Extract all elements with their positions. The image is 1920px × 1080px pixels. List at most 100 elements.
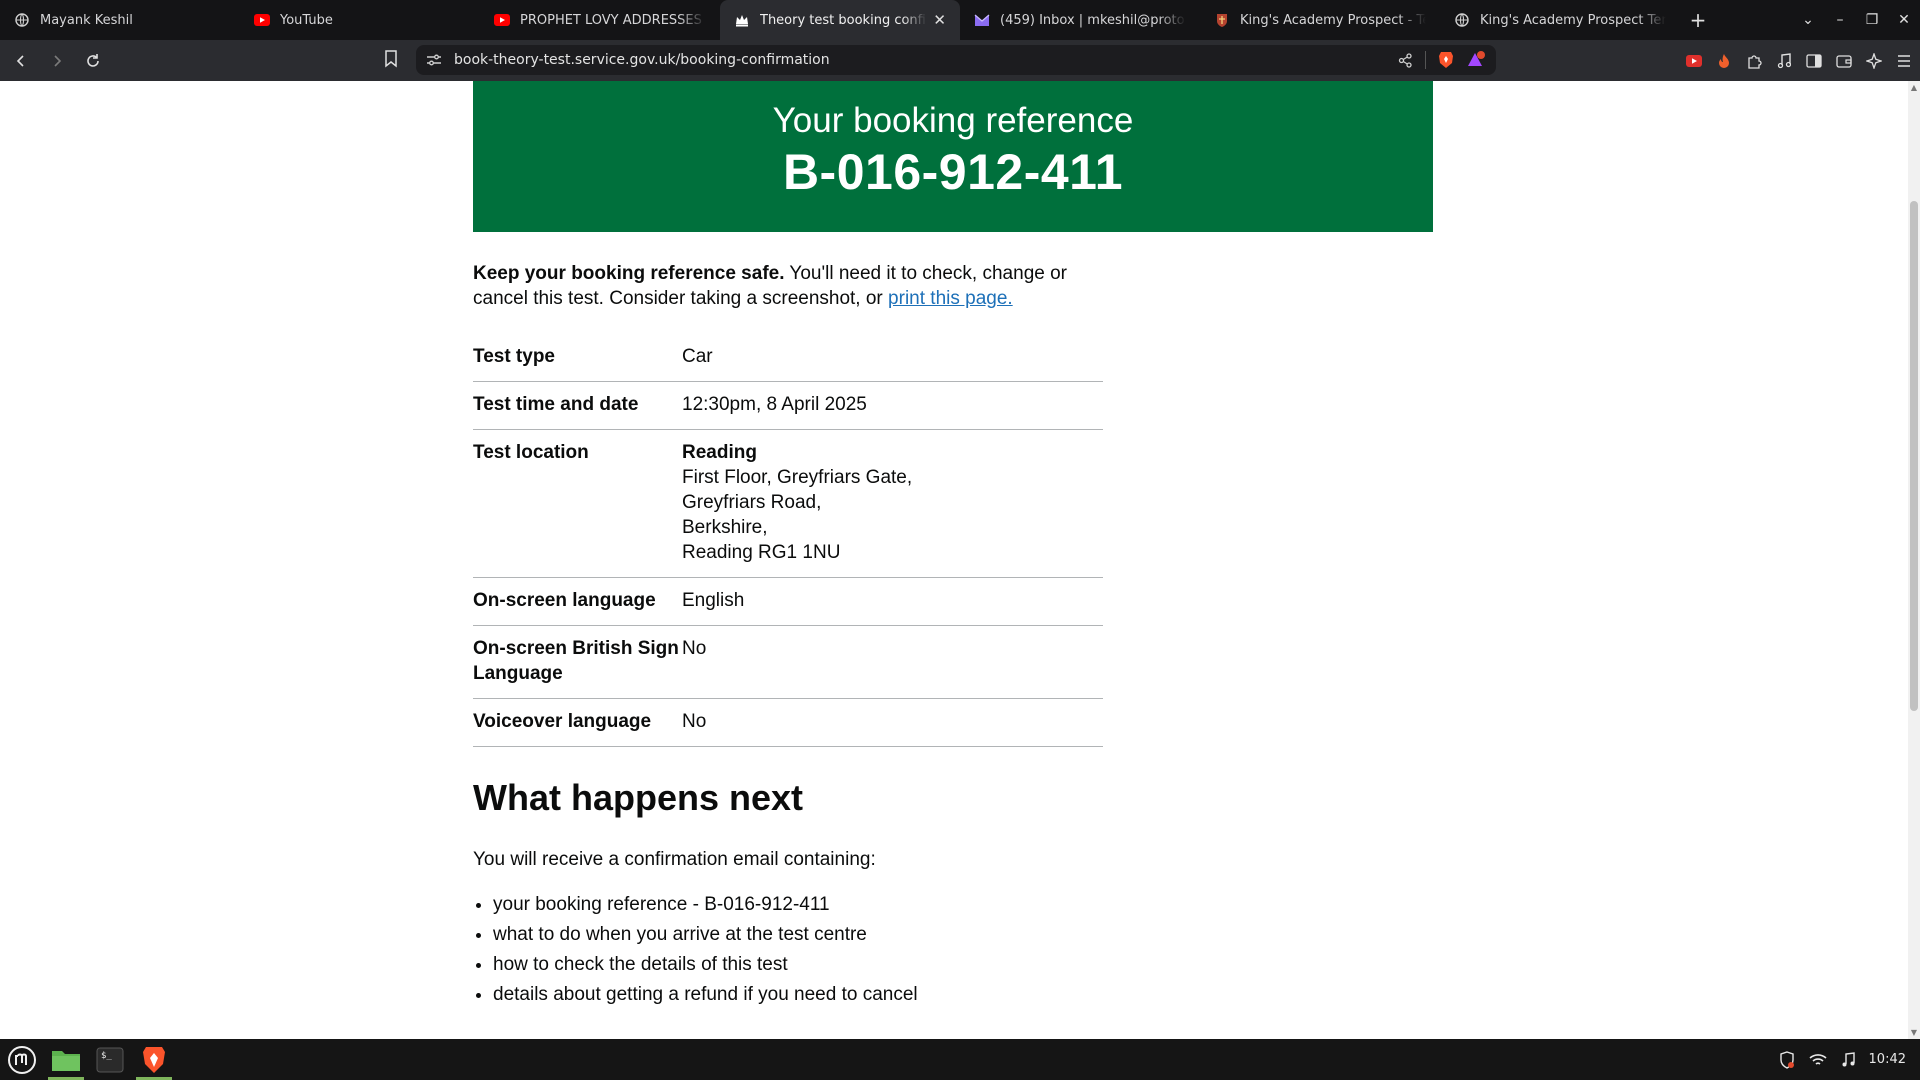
web-page: Your booking reference B-016-912-411 Kee… <box>0 81 1908 1039</box>
intro-paragraph: Keep your booking reference safe. You'll… <box>473 261 1103 311</box>
summary-key: Test location <box>473 442 589 463</box>
reload-icon <box>87 53 99 67</box>
summary-row-test-type: Test type Car <box>473 344 1103 382</box>
url-text: book-theory-test.service.gov.uk/booking-… <box>454 52 830 68</box>
tab-title: Mayank Keshil <box>40 12 133 28</box>
list-item: what to do when you arrive at the test c… <box>493 920 1103 950</box>
list-item: details about getting a refund if you ne… <box>493 980 1103 1010</box>
os-taskbar: $_ 10:42 <box>0 1039 1920 1080</box>
new-tab-button[interactable]: + <box>1680 0 1716 40</box>
youtube-icon <box>494 12 510 28</box>
shield-update-icon[interactable] <box>1779 1050 1795 1069</box>
minimize-icon[interactable]: – <box>1824 12 1856 28</box>
extensions-area <box>1684 40 1914 81</box>
bookmark-button[interactable] <box>384 50 398 72</box>
intro-bold: Keep your booking reference safe. <box>473 263 785 284</box>
summary-value: Car <box>682 346 713 367</box>
back-button[interactable] <box>6 46 36 76</box>
list-item: your booking reference - B-016-912-411 <box>493 890 1103 920</box>
close-window-icon[interactable]: ✕ <box>1888 12 1920 28</box>
tab-proton-inbox[interactable]: (459) Inbox | mkeshil@proton.me <box>960 0 1200 40</box>
reload-button[interactable] <box>78 46 108 76</box>
tab-kings-academy-2[interactable]: King's Academy Prospect Term D <box>1440 0 1680 40</box>
tab-search-chevron-icon[interactable]: ⌄ <box>1792 12 1824 28</box>
puzzle-icon[interactable] <box>1744 51 1764 71</box>
tab-mayank-keshil[interactable]: Mayank Keshil <box>0 0 240 40</box>
summary-key: Test type <box>473 346 556 367</box>
globe-icon <box>14 12 30 28</box>
summary-key: Voiceover language <box>473 711 652 732</box>
address-line: Berkshire, <box>682 517 768 538</box>
proton-mail-icon <box>974 12 990 28</box>
summary-row-bsl: On-screen British Sign Language No <box>473 626 1103 699</box>
brave-icon <box>143 1046 165 1073</box>
panel-title: Your booking reference <box>772 101 1134 140</box>
address-line: First Floor, Greyfriars Gate, <box>682 467 913 488</box>
wifi-icon[interactable] <box>1808 1053 1827 1067</box>
print-page-link[interactable]: print this page. <box>888 288 1013 309</box>
email-lead-paragraph: You will receive a confirmation email co… <box>473 849 876 870</box>
mint-menu-icon <box>8 1045 36 1074</box>
divider <box>1425 51 1426 69</box>
wallet-icon[interactable] <box>1834 51 1854 71</box>
summary-key: On-screen language <box>473 590 656 611</box>
clock[interactable]: 10:42 <box>1869 1052 1906 1067</box>
tab-title: YouTube <box>280 12 333 28</box>
booking-summary-list: Test type Car Test time and date 12:30pm… <box>473 344 1103 747</box>
summary-value: 12:30pm, 8 April 2025 <box>682 394 867 415</box>
youtube-extension-icon[interactable] <box>1684 51 1704 71</box>
fire-extension-icon[interactable] <box>1714 51 1734 71</box>
what-happens-next-heading: What happens next <box>473 777 804 818</box>
files-taskbar-button[interactable] <box>44 1039 88 1080</box>
terminal-taskbar-button[interactable]: $_ <box>88 1039 132 1080</box>
arrow-right-icon <box>54 54 62 67</box>
site-settings-icon[interactable] <box>426 53 442 67</box>
globe-icon <box>1454 12 1470 28</box>
scroll-up-arrow-icon[interactable]: ▲ <box>1908 83 1920 92</box>
scroll-down-arrow-icon[interactable]: ▼ <box>1908 1028 1920 1037</box>
bookmark-icon <box>385 50 397 68</box>
music-note-icon[interactable] <box>1774 51 1794 71</box>
svg-text:$_: $_ <box>101 1051 112 1061</box>
arrow-left-icon <box>16 54 24 67</box>
tab-strip: Mayank Keshil YouTube PROPHET LOVY ADDRE… <box>0 0 1920 40</box>
mint-menu-button[interactable] <box>0 1039 44 1080</box>
summary-value: No <box>682 711 707 732</box>
tab-youtube[interactable]: YouTube <box>240 0 480 40</box>
crown-icon <box>734 12 750 28</box>
summary-key: Test time and date <box>473 394 639 415</box>
sidebar-toggle-icon[interactable] <box>1804 51 1824 71</box>
tab-theory-test-booking[interactable]: Theory test booking confirm ✕ <box>720 0 960 40</box>
brave-taskbar-button[interactable] <box>132 1039 176 1080</box>
location-name: Reading <box>682 442 757 463</box>
list-item: how to check the details of this test <box>493 950 1103 980</box>
tab-title: King's Academy Prospect - Term <box>1240 12 1426 28</box>
menu-icon[interactable] <box>1894 51 1914 71</box>
summary-row-test-location: Test location Reading First Floor, Greyf… <box>473 430 1103 578</box>
summary-key: On-screen British Sign Language <box>473 638 679 684</box>
restore-icon[interactable]: ❐ <box>1856 12 1888 28</box>
tab-prophet-lovy[interactable]: PROPHET LOVY ADDRESSES ACC <box>480 0 720 40</box>
school-crest-icon <box>1214 12 1230 28</box>
page-scrollbar[interactable]: ▲ ▼ <box>1908 81 1920 1039</box>
tab-title: King's Academy Prospect Term D <box>1480 12 1666 28</box>
forward-button[interactable] <box>42 46 72 76</box>
terminal-icon: $_ <box>96 1047 124 1072</box>
sound-icon[interactable] <box>1841 1051 1855 1068</box>
tab-kings-academy-1[interactable]: King's Academy Prospect - Term <box>1200 0 1440 40</box>
tab-title: (459) Inbox | mkeshil@proton.me <box>1000 12 1186 28</box>
summary-row-language: On-screen language English <box>473 578 1103 626</box>
share-icon[interactable] <box>1398 52 1413 68</box>
address-bar[interactable]: book-theory-test.service.gov.uk/booking-… <box>416 45 1496 75</box>
window-controls: ⌄ – ❐ ✕ <box>1792 0 1920 40</box>
tab-title: Theory test booking confirm <box>760 12 928 28</box>
close-tab-icon[interactable]: ✕ <box>933 11 946 29</box>
address-line: Reading RG1 1NU <box>682 542 841 563</box>
scrollbar-thumb[interactable] <box>1910 201 1918 711</box>
summary-row-voiceover: Voiceover language No <box>473 699 1103 747</box>
booking-reference: B-016-912-411 <box>782 144 1124 200</box>
brave-shields-icon[interactable] <box>1438 51 1454 69</box>
brave-rewards-icon[interactable] <box>1466 51 1486 69</box>
leo-ai-icon[interactable] <box>1864 51 1884 71</box>
confirmation-panel: Your booking reference B-016-912-411 <box>473 81 1433 232</box>
